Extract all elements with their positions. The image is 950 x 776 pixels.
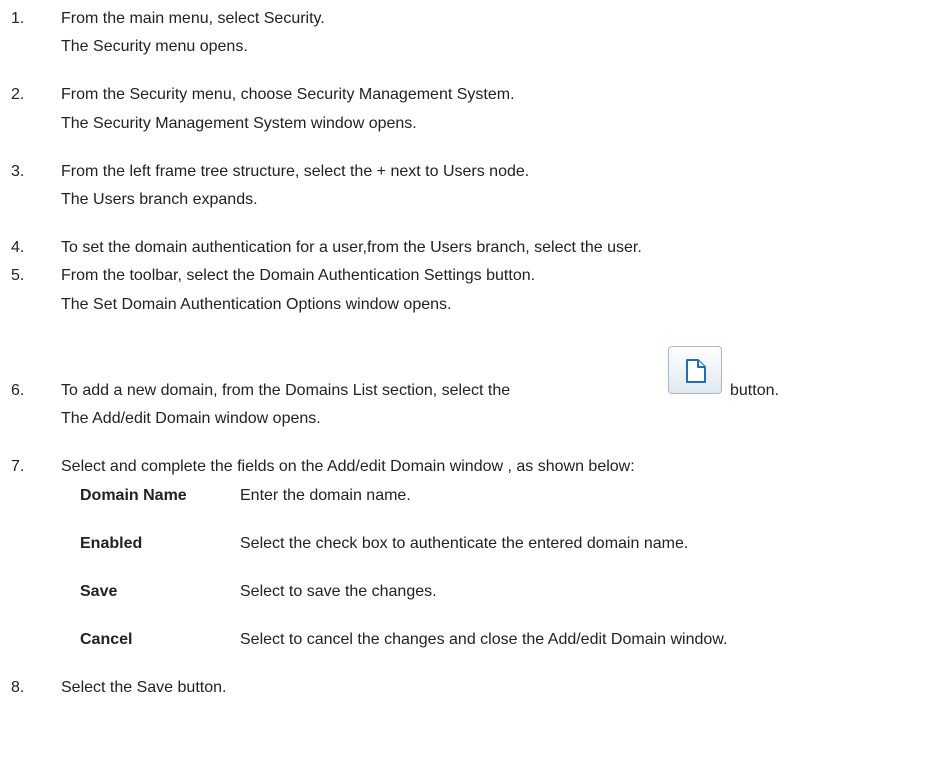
step-3-instruction: From the left frame tree structure, sele… (61, 163, 530, 180)
step-6-result: The Add/edit Domain window opens. (61, 410, 321, 427)
step-3-number: 3. (11, 163, 25, 180)
step-2-instruction: From the Security menu, choose Security … (61, 86, 515, 103)
step-6-instruction: To add a new domain, from the Domains Li… (61, 382, 511, 399)
field-domain-name-label: Domain Name (80, 487, 187, 504)
field-enabled-label: Enabled (80, 535, 143, 552)
step-2-result: The Security Management System window op… (61, 115, 417, 132)
new-domain-button[interactable] (668, 346, 722, 394)
step-4-instruction: To set the domain authentication for a u… (61, 239, 642, 256)
step-1-instruction: From the main menu, select Security. (61, 10, 325, 27)
step-6-button-label: button. (730, 382, 779, 399)
step-1-result: The Security menu opens. (61, 38, 248, 55)
field-cancel-desc: Select to cancel the changes and close t… (240, 631, 728, 648)
step-4-number: 4. (11, 239, 25, 256)
new-document-icon (686, 359, 706, 383)
step-3-result: The Users branch expands. (61, 191, 258, 208)
step-6-number: 6. (11, 382, 25, 399)
step-7-number: 7. (11, 458, 25, 475)
field-save-desc: Select to save the changes. (240, 583, 437, 600)
step-1-number: 1. (11, 10, 25, 27)
step-8-number: 8. (11, 679, 25, 696)
step-8-instruction: Select the Save button. (61, 679, 227, 696)
field-domain-name-desc: Enter the domain name. (240, 487, 411, 504)
step-5-instruction: From the toolbar, select the Domain Auth… (61, 267, 536, 284)
field-enabled-desc: Select the check box to authenticate the… (240, 535, 689, 552)
step-5-result: The Set Domain Authentication Options wi… (61, 296, 452, 313)
step-2-number: 2. (11, 86, 25, 103)
step-7-instruction: Select and complete the fields on the Ad… (61, 458, 635, 475)
field-save-label: Save (80, 583, 118, 600)
step-5-number: 5. (11, 267, 25, 284)
field-cancel-label: Cancel (80, 631, 133, 648)
